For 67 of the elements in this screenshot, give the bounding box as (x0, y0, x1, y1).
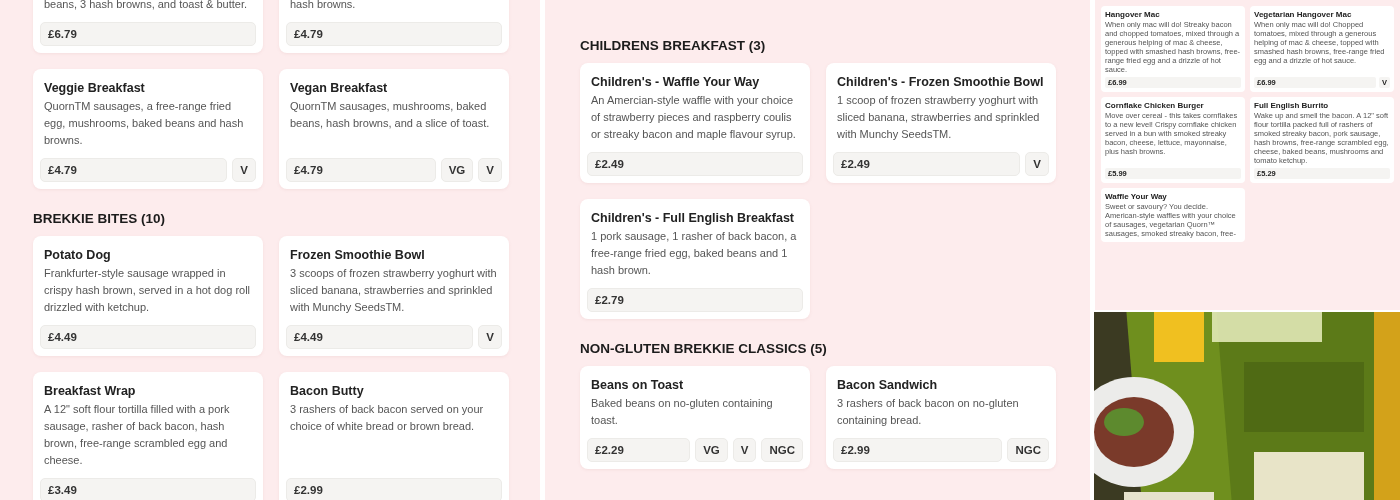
item-description: QuornTM sausages, a free-range fried egg, mushrooms, baked beans and hash browns. (43, 99, 245, 148)
price-bar: £2.79 (587, 288, 803, 312)
menu-card[interactable]: Children's - Full English Breakfast 1 pork sausage, 1 rasher of back bacon, a free-range fried egg, baked beans and 1 hash brown. £2.79 (580, 199, 810, 319)
item-name: Potato Dog (43, 248, 112, 262)
diet-tag: VG (440, 158, 474, 182)
item-name: Children's - Frozen Smoothie Bowl (836, 75, 1045, 89)
price-bar: £2.29 (587, 438, 691, 462)
price-bar: £6.79 (40, 22, 256, 46)
item-name: Beans on Toast (590, 378, 685, 392)
item-name: Veggie Breakfast (43, 81, 146, 95)
price-bar: £2.99 (286, 478, 502, 500)
price-bar: £4.79 (286, 158, 436, 182)
price-bar: £4.79 (286, 22, 502, 46)
item-description: Baked beans on no-gluten containing toast. (590, 396, 774, 428)
item-name: Breakfast Wrap (43, 384, 137, 398)
section-heading: NON-GLUTEN BREKKIE CLASSICS (5) (580, 341, 828, 356)
diet-tag: V (478, 158, 502, 182)
item-name: Waffle Your Way (1105, 192, 1168, 201)
price-bar: £2.49 (587, 152, 803, 176)
item-name: Bacon Sandwich (836, 378, 939, 392)
item-description: hash browns. (289, 0, 357, 12)
item-name: Children's - Waffle Your Way (590, 75, 761, 89)
item-description: 3 rashers of back bacon on no-gluten containing bread. (836, 396, 1020, 428)
item-name: Hangover Mac (1105, 10, 1161, 19)
menu-card[interactable]: Children's - Waffle Your Way An Amercian-style waffle with your choice of strawberry pieces and raspberry coulis or streaky bacon and maple flavour syrup. £2.49 (580, 63, 810, 183)
price-bar: £4.79 (40, 158, 228, 182)
item-description: 3 rashers of back bacon served on your choice of white bread or brown bread. (289, 402, 485, 434)
diet-tag: VG (695, 438, 728, 462)
item-description: 1 pork sausage, 1 rasher of back bacon, a free-range fried egg, baked beans and 1 hash brown. (590, 229, 798, 278)
section-heading: CHILDRENS BREAKFAST (3) (580, 38, 767, 53)
menu-card[interactable]: Bacon Sandwich 3 rashers of back bacon on no-gluten containing bread. £2.99 NGC (826, 366, 1056, 469)
section-heading: BREKKIE BITES (10) (33, 211, 167, 226)
item-description: Frankfurter-style sausage wrapped in crispy hash brown, served in a hot dog roll drizzled with ketchup. (43, 266, 252, 315)
item-description: 1 scoop of frozen strawberry yoghurt with sliced banana, strawberries and sprinkled with Munchy SeedsTM. (836, 93, 1041, 142)
item-name: Bacon Butty (289, 384, 365, 398)
item-name: Full English Burrito (1254, 101, 1330, 110)
menu-card[interactable]: beans, 3 hash browns, and toast & butter. £6.79 (33, 0, 263, 53)
menu-card[interactable]: Bacon Butty 3 rashers of back bacon served on your choice of white bread or brown bread. £2.99 (279, 372, 509, 500)
price-bar: £2.99 (833, 438, 1003, 462)
item-description: An Amercian-style waffle with your choice of strawberry pieces and raspberry coulis or streaky bacon and maple flavour syrup. (590, 93, 797, 142)
diet-tag: NGC (1007, 438, 1049, 462)
menu-card[interactable]: Beans on Toast Baked beans on no-gluten containing toast. £2.29 VG V NGC (580, 366, 810, 469)
item-name: Cornflake Chicken Burger (1105, 101, 1205, 110)
diet-tag: V (232, 158, 256, 182)
menu-card[interactable]: Potato Dog Frankfurter-style sausage wrapped in crispy hash brown, served in a hot dog roll drizzled with ketchup. £4.49 (33, 236, 263, 356)
item-description: QuornTM sausages, mushrooms, baked beans, hash browns, and a slice of toast. (289, 99, 491, 131)
menu-card[interactable]: Vegan Breakfast QuornTM sausages, mushrooms, baked beans, hash browns, and a slice of toast. £4.79 VG V (279, 69, 509, 189)
item-description: 3 scoops of frozen strawberry yoghurt with sliced banana, strawberries and sprinkled with Munchy SeedsTM. (289, 266, 498, 315)
menu-card[interactable]: hash browns. £4.79 (279, 0, 509, 53)
item-name: Frozen Smoothie Bowl (289, 248, 426, 262)
menu-card[interactable]: Frozen Smoothie Bowl 3 scoops of frozen strawberry yoghurt with sliced banana, strawberries and sprinkled with Munchy SeedsTM. £4.49 V (279, 236, 509, 356)
menu-card[interactable]: Children's - Frozen Smoothie Bowl 1 scoop of frozen strawberry yoghurt with sliced banana, strawberries and sprinkled with Munchy SeedsTM. £2.49 V (826, 63, 1056, 183)
item-description: A 12" soft flour tortilla filled with a pork sausage, rasher of back bacon, hash brown, free-range scrambled egg and cheese. (43, 402, 231, 468)
menu-card[interactable]: Breakfast Wrap A 12" soft flour tortilla filled with a pork sausage, rasher of back bacon, hash brown, free-range scrambled egg and cheese. £3.49 (33, 372, 263, 500)
diet-tag: NGC (761, 438, 803, 462)
price-bar: £2.49 (833, 152, 1021, 176)
price-bar: £3.49 (40, 478, 256, 500)
item-name: Vegetarian Hangover Mac (1254, 10, 1353, 19)
item-description: beans, 3 hash browns, and toast & butter. (43, 0, 249, 12)
diet-tag: V (478, 325, 502, 349)
price-bar: £4.49 (40, 325, 256, 349)
diet-tag: V (732, 438, 757, 462)
item-name: Children's - Full English Breakfast (590, 211, 795, 225)
item-name: Vegan Breakfast (289, 81, 389, 95)
menu-card[interactable]: Veggie Breakfast QuornTM sausages, a free-range fried egg, mushrooms, baked beans and hash browns. £4.79 V (33, 69, 263, 189)
price-bar: £4.49 (286, 325, 474, 349)
diet-tag: V (1025, 152, 1049, 176)
